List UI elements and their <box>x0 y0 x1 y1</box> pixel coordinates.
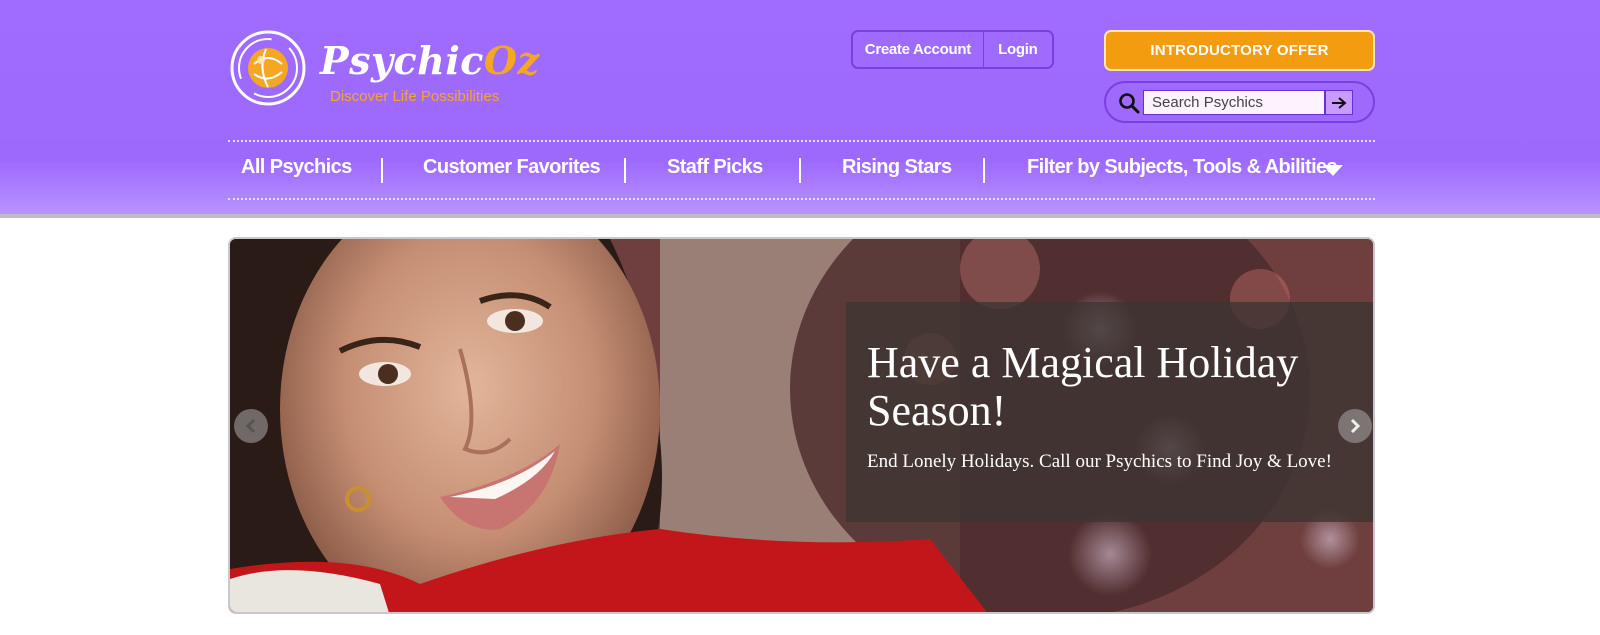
search-bar <box>1104 81 1375 123</box>
nav-staff-picks[interactable]: Staff Picks <box>667 156 763 179</box>
hero-title: Have a Magical Holiday Season! <box>867 338 1299 435</box>
create-account-link[interactable]: Create Account <box>853 32 984 67</box>
arrow-right-icon <box>1332 96 1347 109</box>
caret-down-icon[interactable] <box>1323 165 1343 176</box>
search-icon <box>1119 93 1140 114</box>
chevron-left-icon <box>245 418 256 434</box>
introductory-offer-button[interactable]: INTRODUCTORY OFFER <box>1104 30 1375 71</box>
site-header: PsychicOz Discover Life Possibilities Cr… <box>0 0 1600 218</box>
nav-divider <box>624 158 626 183</box>
nav-divider <box>381 158 383 183</box>
carousel-next-button[interactable] <box>1338 409 1372 443</box>
orb-logo-icon <box>230 30 306 106</box>
nav-divider <box>983 158 985 183</box>
hero-caption: Have a Magical Holiday Season! End Lonel… <box>846 302 1373 522</box>
nav-customer-favorites[interactable]: Customer Favorites <box>423 156 601 179</box>
hero-subtitle: End Lonely Holidays. Call our Psychics t… <box>867 451 1332 472</box>
chevron-right-icon <box>1350 418 1361 434</box>
search-submit-button[interactable] <box>1325 90 1353 115</box>
brand-name: PsychicOz <box>320 38 540 83</box>
brand-name-main: Psychic <box>320 38 484 83</box>
nav-rising-stars[interactable]: Rising Stars <box>842 156 952 179</box>
brand-name-accent: Oz <box>483 38 540 83</box>
login-link[interactable]: Login <box>984 32 1052 67</box>
search-input[interactable] <box>1143 90 1325 115</box>
nav-divider <box>799 158 801 183</box>
nav-all-psychics[interactable]: All Psychics <box>241 156 352 179</box>
brand-tagline: Discover Life Possibilities <box>330 88 500 105</box>
main-nav: All Psychics Customer Favorites Staff Pi… <box>228 140 1375 200</box>
nav-filter-subjects[interactable]: Filter by Subjects, Tools & Abilities <box>1027 156 1338 179</box>
account-links: Create Account Login <box>851 30 1054 69</box>
logo[interactable]: PsychicOz Discover Life Possibilities <box>228 28 539 112</box>
carousel-prev-button[interactable] <box>234 409 268 443</box>
hero-carousel: Have a Magical Holiday Season! End Lonel… <box>228 237 1375 614</box>
